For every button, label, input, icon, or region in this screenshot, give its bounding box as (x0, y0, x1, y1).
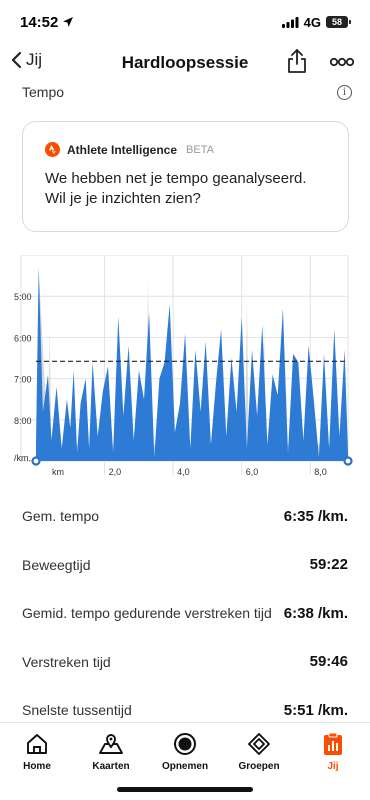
stat-label: Snelste tussentijd (22, 702, 132, 719)
range-handle (31, 456, 41, 466)
stat-value: 6:35 /km. (283, 507, 348, 525)
back-button[interactable]: Jij (10, 50, 42, 70)
x-tick-label: 6,0 (246, 467, 259, 477)
y-tick-label: 5:00 (14, 292, 32, 302)
location-arrow-icon (63, 17, 74, 27)
x-tick-label: 2,0 (109, 467, 122, 477)
tempo-section-header: Tempo i (22, 84, 352, 100)
stat-value: 59:22 (309, 556, 348, 574)
chevron-left-icon (11, 51, 22, 69)
stat-row: Gemid. tempo gedurende verstreken tijd 6:… (22, 589, 348, 638)
x-tick-label: 4,0 (177, 467, 190, 477)
stat-label: Beweegtijd (22, 556, 91, 573)
home-icon (25, 731, 49, 757)
more-options-button[interactable] (329, 54, 355, 72)
tab-label: Opnemen (161, 761, 209, 772)
tab-you[interactable]: Jij (296, 731, 370, 772)
tab-bar: Home Kaarten Opnemen Groepen Jij (0, 722, 370, 800)
share-button[interactable] (286, 48, 308, 79)
athlete-intelligence-card[interactable]: Athlete Intelligence BETA We hebben net … (22, 121, 349, 232)
x-tick-label: km (52, 467, 64, 477)
x-tick-label: 8,0 (314, 467, 327, 477)
home-indicator (117, 787, 253, 792)
stat-row: Beweegtijd 59:22 (22, 541, 348, 590)
tab-label: Groepen (238, 761, 280, 772)
tab-label: Kaarten (92, 761, 130, 772)
pace-chart-svg: 5:00 6:00 7:00 8:00/km. km 2,0 4,0 6,0 8,0 (14, 254, 353, 477)
strava-logo-icon (45, 142, 60, 157)
back-label: Jij (26, 50, 43, 69)
stat-label: Gemid. tempo gedurende verstreken tijd (22, 605, 272, 622)
ai-card-header: Athlete Intelligence BETA (45, 142, 330, 157)
stat-row: Gem. tempo 6:35 /km. (22, 492, 348, 541)
tab-record[interactable]: Opnemen (148, 731, 222, 772)
status-time: 14:52 (20, 13, 59, 31)
status-time-group: 14:52 (20, 14, 74, 31)
ai-card-name: Athlete Intelligence (67, 142, 178, 157)
battery-icon: 58 (326, 16, 351, 28)
y-tick-label: 6:00 (14, 333, 32, 343)
record-icon (173, 731, 197, 757)
stats-list: Gem. tempo 6:35 /km. Beweegtijd 59:22 Gemid.… (22, 492, 348, 735)
profile-icon (323, 731, 343, 757)
signal-icon (281, 16, 299, 28)
stat-value: 5:51 /km. (283, 701, 348, 719)
map-icon (98, 731, 124, 757)
groups-icon (246, 731, 272, 757)
y-tick-label: 7:00 (14, 375, 32, 385)
stat-value: 6:38 /km. (283, 604, 348, 622)
pace-chart[interactable]: 5:00 6:00 7:00 8:00/km. km 2,0 4,0 6,0 8,0 (0, 254, 370, 485)
range-handle (343, 456, 353, 466)
tab-home[interactable]: Home (0, 731, 74, 772)
status-indicators: 4G 58 (281, 14, 351, 30)
tab-groups[interactable]: Groepen (222, 731, 296, 772)
status-bar: 14:52 4G 58 (0, 0, 370, 44)
tab-label: Home (23, 761, 51, 772)
ai-card-message: We hebben net je tempo geanalyseerd. Wil… (45, 170, 307, 207)
info-icon[interactable]: i (337, 84, 352, 100)
y-tick-label: 8:00 (14, 416, 32, 426)
section-title: Tempo (22, 84, 65, 100)
battery-level: 58 (331, 17, 342, 27)
page-title: Hardloopsessie (121, 53, 249, 72)
stat-value: 59:46 (309, 653, 348, 671)
network-type: 4G (303, 14, 321, 30)
tab-label: Jij (327, 761, 339, 772)
stat-label: Verstreken tijd (22, 653, 111, 670)
tab-maps[interactable]: Kaarten (74, 731, 148, 772)
beta-badge: BETA (186, 143, 214, 156)
nav-bar: Jij Hardloopsessie (0, 44, 370, 82)
y-tick-label: /km. (14, 453, 31, 463)
more-icon (329, 57, 355, 67)
stat-row: Verstreken tijd 59:46 (22, 638, 348, 687)
stat-label: Gem. tempo (22, 508, 100, 525)
share-icon (288, 49, 306, 73)
